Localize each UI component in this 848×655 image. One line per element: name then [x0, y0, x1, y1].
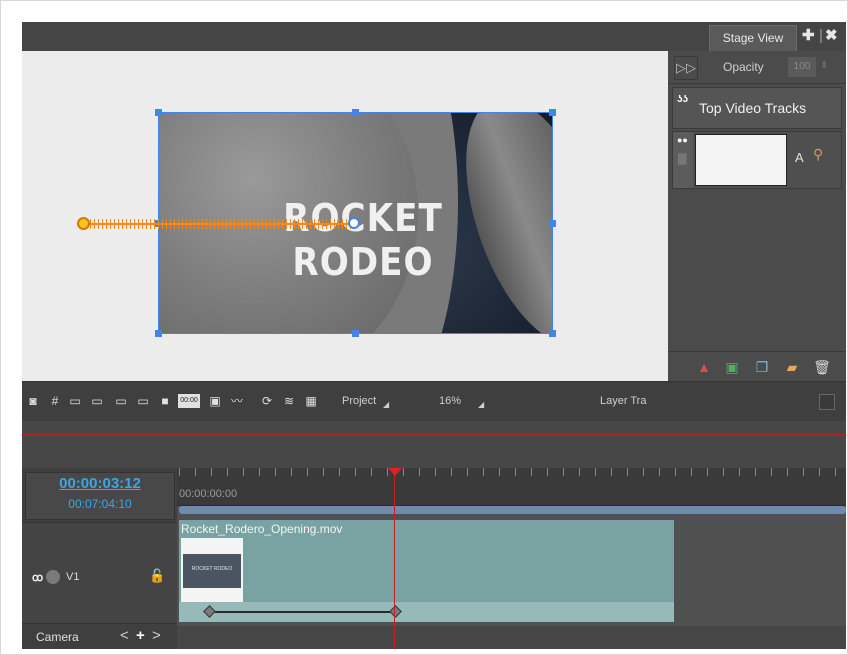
resize-handle[interactable]	[155, 109, 162, 116]
layer-thumbnail[interactable]	[695, 134, 787, 186]
resize-handle[interactable]	[155, 330, 162, 337]
motion-icon[interactable]: ≋	[282, 394, 296, 408]
pivot-point[interactable]	[348, 217, 360, 229]
project-dropdown[interactable]: Project	[342, 395, 376, 407]
opacity-spinner-icon[interactable]: ⬍	[820, 60, 828, 71]
expand-panel-icon[interactable]: ▷▷	[674, 56, 698, 80]
opacity-label: Opacity	[723, 60, 764, 74]
layers-toolbar: ▲ ▣ ❐ ▰ 🗑	[668, 351, 846, 381]
keyframe[interactable]	[389, 605, 402, 618]
timecode-display: 00:00:03:12 00:07:04:10	[25, 472, 175, 520]
panel-divider	[22, 421, 846, 435]
top-video-tracks-row[interactable]: ʖʖ Top Video Tracks	[672, 87, 842, 129]
playhead-marker[interactable]	[388, 468, 402, 476]
resize-handle[interactable]	[549, 109, 556, 116]
toolbar-checkbox[interactable]	[819, 394, 835, 410]
close-icon[interactable]: ✖	[825, 26, 838, 46]
track-label: V1	[66, 571, 80, 583]
frame-outline-icon[interactable]: ▭	[136, 394, 150, 408]
title-safe-icon[interactable]: ▭	[90, 394, 104, 408]
frame-fill-icon[interactable]: ■	[158, 394, 172, 408]
track-solo-icon[interactable]	[46, 570, 60, 584]
plus-icon[interactable]: ✚	[802, 26, 815, 46]
time-ruler[interactable]: 00:00:00:00	[177, 468, 846, 506]
layer-lock-icon[interactable]: ▇	[678, 152, 686, 165]
visibility-icon[interactable]: ʖʖ	[677, 94, 688, 105]
top-video-tracks-label: Top Video Tracks	[699, 100, 807, 116]
screenshot-frame: Stage View ✚ | ✖ ROCKET RODEO ▷▷ Opacity…	[0, 0, 848, 655]
track-visibility-icon[interactable]: ꝏ	[32, 571, 43, 584]
zoom-dropdown-arrow-icon[interactable]: ◢	[478, 400, 484, 409]
layer-row[interactable]: ●● ▇ A ⚲	[672, 131, 842, 189]
frame-icon[interactable]: ▭	[114, 394, 128, 408]
separator: |	[819, 27, 823, 44]
add-folder-icon[interactable]: ▰	[782, 357, 802, 377]
add-effect-icon[interactable]: ▲	[694, 357, 714, 377]
pin-icon[interactable]: ⚲	[813, 146, 823, 163]
duplicate-layer-icon[interactable]: ❐	[752, 357, 772, 377]
stage-toolbar: ◙ # ▭ ▭ ▭ ▭ ■ 00:00 ▣ 〰 ⟳ ≋ ▦ Project ◢ …	[22, 381, 846, 421]
onion-skin-icon[interactable]: ◙	[26, 394, 40, 408]
layer-controls: ●● ▇	[673, 132, 693, 188]
trash-icon[interactable]: 🗑	[812, 357, 832, 377]
track-lock-icon[interactable]: 🔓	[149, 568, 165, 583]
keyframe[interactable]	[203, 605, 216, 618]
keyframe-interpolation-line	[209, 611, 395, 613]
clip-thumbnail-text: ROCKET RODEO	[191, 566, 233, 572]
timeline-tracks[interactable]: 00:00:00:00 Rocket_Rodero_Opening.mov RO…	[177, 468, 846, 649]
motion-path-start-point[interactable]	[77, 217, 90, 230]
ruler-start-time: 00:00:00:00	[179, 488, 238, 500]
timeline-header-gap	[22, 436, 846, 468]
video-clip[interactable]: Rocket_Rodero_Opening.mov ROCKET RODEO	[179, 520, 674, 622]
timecode-overlay-icon[interactable]: 00:00	[178, 394, 200, 408]
camera-prev-icon[interactable]: <	[120, 627, 129, 644]
clip-name: Rocket_Rodero_Opening.mov	[181, 522, 343, 536]
snapshot-icon[interactable]: ▦	[304, 394, 318, 408]
layer-transform-label: Layer Tra	[600, 395, 647, 407]
stage-view-application: Stage View ✚ | ✖ ROCKET RODEO ▷▷ Opacity…	[22, 22, 846, 649]
resize-handle[interactable]	[352, 109, 359, 116]
total-duration: 00:07:04:10	[68, 497, 132, 511]
keyframe-lane[interactable]	[179, 602, 674, 622]
add-image-icon[interactable]: ▣	[722, 357, 742, 377]
resize-handle[interactable]	[549, 220, 556, 227]
playhead-line[interactable]	[394, 468, 395, 649]
camera-track[interactable]	[177, 626, 846, 649]
clip-thumbnail-image: ROCKET RODEO	[183, 554, 241, 588]
track-header-v1[interactable]: ꝏ V1 🔓	[22, 522, 177, 624]
resize-handle[interactable]	[352, 330, 359, 337]
layers-panel: ▷▷ Opacity 100 ⬍ ʖʖ Top Video Tracks ●● …	[668, 51, 846, 381]
camera-add-icon[interactable]: +	[136, 627, 145, 644]
layer-visibility-icon[interactable]: ●●	[677, 135, 688, 145]
playback-range-bar[interactable]	[179, 506, 846, 514]
timeline-track-headers: 00:00:03:12 00:07:04:10 ꝏ V1 🔓 Camera < …	[22, 468, 177, 649]
tab-stage-view[interactable]: Stage View	[709, 25, 797, 51]
stage-canvas[interactable]: ROCKET RODEO	[22, 51, 668, 381]
camera-track-header: Camera < + >	[22, 626, 177, 649]
clip-thumbnail: ROCKET RODEO	[181, 538, 243, 602]
empty-track-area[interactable]	[674, 520, 846, 622]
preview-icon[interactable]: ▣	[208, 394, 222, 408]
safe-area-icon[interactable]: ▭	[68, 394, 82, 408]
current-timecode[interactable]: 00:00:03:12	[26, 475, 174, 492]
motion-path-ticks	[82, 219, 354, 229]
project-dropdown-arrow-icon[interactable]: ◢	[383, 400, 389, 409]
opacity-field[interactable]: 100	[788, 57, 816, 77]
layers-panel-header: ▷▷ Opacity 100 ⬍	[668, 51, 846, 84]
rotate-icon[interactable]: ⟳	[260, 394, 274, 408]
layer-letter: A	[795, 150, 804, 165]
resize-handle[interactable]	[549, 330, 556, 337]
zoom-dropdown[interactable]: 16%	[439, 395, 461, 407]
waveform-icon[interactable]: 〰	[230, 394, 244, 408]
grid-icon[interactable]: #	[48, 394, 62, 408]
camera-label: Camera	[36, 630, 79, 644]
ruler-ticks	[179, 468, 846, 476]
camera-next-icon[interactable]: >	[152, 627, 161, 644]
